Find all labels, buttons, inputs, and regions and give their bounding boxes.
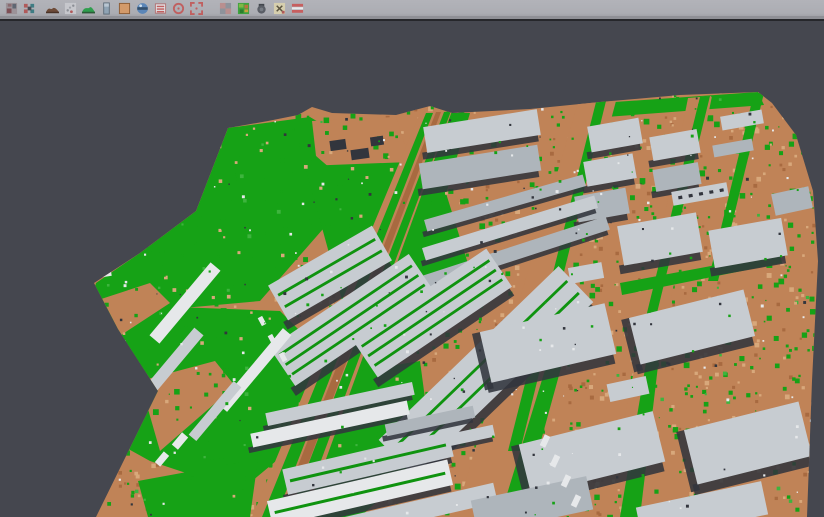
clear-selection-icon — [273, 2, 286, 15]
point-cloud-scene — [0, 21, 824, 517]
classification-icon — [237, 2, 250, 15]
globe-button[interactable] — [134, 1, 150, 16]
profile-view-button[interactable] — [98, 1, 114, 16]
subsample-icon — [219, 2, 232, 15]
subsample-button[interactable] — [217, 1, 233, 16]
rectangle-selection-icon — [190, 2, 203, 15]
terrain-model-button[interactable] — [44, 1, 60, 16]
classification-button[interactable] — [235, 1, 251, 16]
profile-view-icon — [100, 2, 113, 15]
snapshot-button[interactable] — [253, 1, 269, 16]
terrain-model-icon — [46, 2, 59, 15]
ortho-image-button[interactable] — [116, 1, 132, 16]
globe-icon — [136, 2, 149, 15]
vegetation-model-button[interactable] — [80, 1, 96, 16]
point-tools-button[interactable] — [21, 1, 37, 16]
attribute-table-icon — [154, 2, 167, 15]
measure-button[interactable] — [289, 1, 305, 16]
measure-icon — [291, 2, 304, 15]
ground-points-button[interactable] — [62, 1, 78, 16]
rectangle-selection-button[interactable] — [188, 1, 204, 16]
add-data-button[interactable] — [3, 1, 19, 16]
main-toolbar — [0, 0, 824, 21]
circle-selection-button[interactable] — [170, 1, 186, 16]
3d-viewport[interactable] — [0, 21, 824, 517]
circle-selection-icon — [172, 2, 185, 15]
clear-selection-button[interactable] — [271, 1, 287, 16]
add-data-icon — [5, 2, 18, 15]
toolbar-separator — [38, 1, 43, 2]
toolbar-separator — [205, 1, 216, 2]
ortho-image-icon — [118, 2, 131, 15]
snapshot-icon — [255, 2, 268, 15]
ground-points-icon — [64, 2, 77, 15]
point-tools-icon — [23, 2, 36, 15]
attribute-table-button[interactable] — [152, 1, 168, 16]
application-window — [0, 0, 824, 517]
vegetation-model-icon — [82, 2, 95, 15]
